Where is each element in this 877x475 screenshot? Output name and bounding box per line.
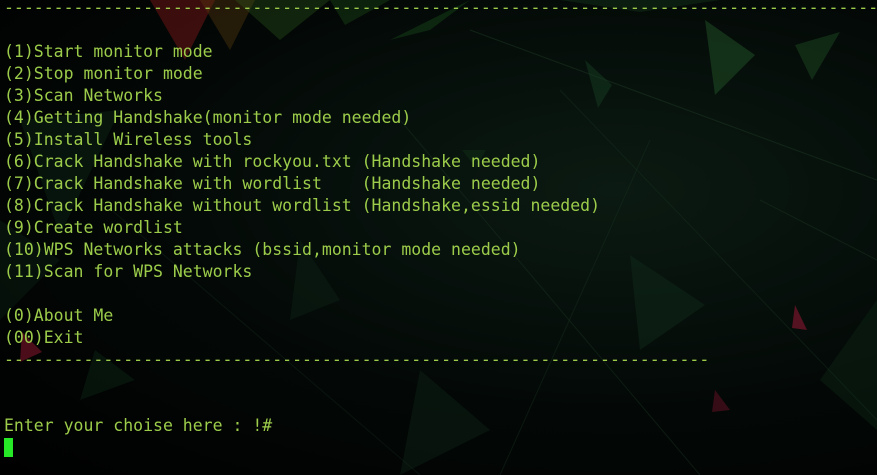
menu-item-crack-wordlist: (7)Crack Handshake with wordlist (Handsh…	[4, 174, 541, 193]
menu-item-start-monitor: (1)Start monitor mode	[4, 42, 213, 61]
menu-item-wps-attacks: (10)WPS Networks attacks (bssid,monitor …	[4, 240, 521, 259]
terminal-output: ----------------------------------------…	[4, 0, 877, 459]
menu-item-scan-networks: (3)Scan Networks	[4, 86, 163, 105]
menu-item-create-wordlist: (9)Create wordlist	[4, 218, 183, 237]
input-line[interactable]	[4, 437, 877, 459]
menu-item-exit: (00)Exit	[4, 328, 84, 347]
menu-item-install-tools: (5)Install Wireless tools	[4, 130, 253, 149]
separator-top: ----------------------------------------…	[4, 0, 877, 17]
menu-item-stop-monitor: (2)Stop monitor mode	[4, 64, 203, 83]
input-prompt: Enter your choise here : !#	[4, 416, 273, 435]
separator-bottom: ----------------------------------------…	[4, 350, 710, 369]
menu-item-about-me: (0)About Me	[4, 306, 114, 325]
terminal-window[interactable]: ----------------------------------------…	[0, 0, 877, 475]
menu-item-getting-handshake: (4)Getting Handshake(monitor mode needed…	[4, 108, 412, 127]
menu-item-crack-rockyou: (6)Crack Handshake with rockyou.txt (Han…	[4, 152, 541, 171]
text-cursor[interactable]	[4, 438, 13, 457]
menu-item-scan-wps: (11)Scan for WPS Networks	[4, 262, 253, 281]
menu-item-crack-without-wordlist: (8)Crack Handshake without wordlist (Han…	[4, 196, 601, 215]
